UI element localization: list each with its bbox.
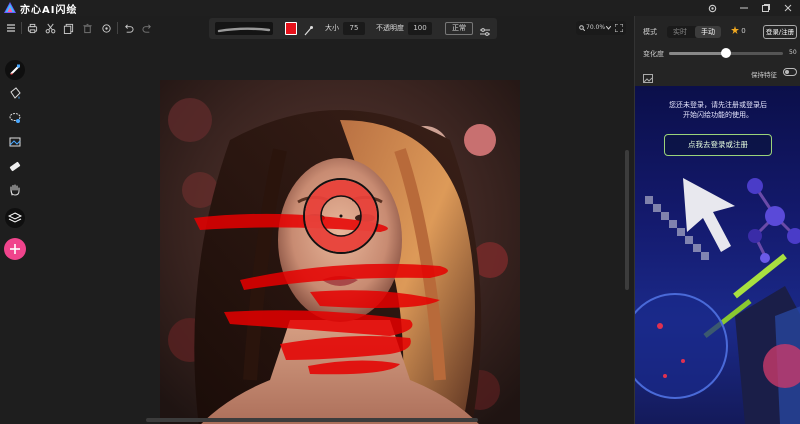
- settings-icon[interactable]: [702, 0, 722, 16]
- lasso-fill-icon[interactable]: [5, 108, 25, 128]
- undo-icon[interactable]: [120, 20, 136, 36]
- toolbar-divider: [21, 22, 22, 34]
- brush-tool-icon[interactable]: [5, 60, 25, 80]
- opacity-input[interactable]: 100: [408, 22, 432, 35]
- mode-option-manual[interactable]: 手动: [695, 26, 721, 38]
- redo-icon[interactable]: [139, 20, 155, 36]
- blend-mode-select[interactable]: 正常: [445, 22, 473, 35]
- login-prompt-text: 您还未登录，请先注册或登录后 开始闪绘功能的使用。: [635, 100, 800, 120]
- brush-size-input[interactable]: 75: [343, 22, 365, 35]
- eraser-icon[interactable]: [5, 156, 25, 176]
- fit-screen-icon[interactable]: [615, 24, 623, 32]
- opacity-label: 不透明度: [376, 24, 404, 32]
- zoom-control[interactable]: 70.0%: [576, 21, 626, 35]
- print-icon[interactable]: [24, 20, 40, 36]
- mode-toggle[interactable]: 实时 手动: [667, 26, 721, 38]
- strength-value: 50: [789, 49, 797, 56]
- refresh-icon[interactable]: [98, 20, 114, 36]
- app-title: 亦心AI闪绘: [20, 5, 78, 16]
- mode-option-realtime[interactable]: 实时: [667, 26, 693, 38]
- login-promo-panel: 您还未登录，请先注册或登录后 开始闪绘功能的使用。 点我去登录或注册: [635, 86, 800, 424]
- delete-icon[interactable]: [79, 20, 95, 36]
- strength-slider-knob[interactable]: [721, 48, 731, 58]
- portrait-artwork: [160, 80, 520, 424]
- login-register-button[interactable]: 登录/注册: [763, 25, 797, 39]
- adjust-sliders-icon[interactable]: [479, 23, 493, 36]
- login-prompt-line1: 您还未登录，请先注册或登录后: [669, 101, 767, 109]
- strength-slider-fill: [669, 52, 725, 55]
- canvas-area[interactable]: [30, 40, 630, 424]
- hand-pan-icon[interactable]: [5, 180, 25, 200]
- reference-image-icon[interactable]: [643, 68, 653, 87]
- zoom-icon: [579, 25, 585, 31]
- cut-icon[interactable]: [42, 20, 58, 36]
- brush-color-swatch[interactable]: [285, 22, 297, 35]
- zoom-value: 70.0%: [586, 24, 606, 31]
- generation-panel: 模式 实时 手动 0 登录/注册 变化度 50 保持特征 您还未登录，请先注册或…: [634, 16, 800, 424]
- brush-size-label: 大小: [325, 24, 339, 32]
- restore-icon[interactable]: [756, 0, 776, 16]
- chevron-down-icon: [606, 26, 611, 30]
- close-icon[interactable]: [778, 0, 798, 16]
- brush-preview[interactable]: [215, 22, 273, 35]
- credit-star-icon: [731, 26, 739, 34]
- vertical-scrollbar[interactable]: [625, 150, 629, 290]
- mode-label: 模式: [643, 28, 657, 36]
- keep-features-toggle[interactable]: [783, 68, 797, 76]
- menu-icon[interactable]: [3, 20, 19, 36]
- eyedropper-icon[interactable]: [303, 22, 315, 36]
- artwork-canvas[interactable]: [160, 80, 520, 424]
- image-select-icon[interactable]: [5, 132, 25, 152]
- keep-features-label: 保持特征: [751, 71, 777, 79]
- credit-count: 0: [741, 27, 746, 35]
- horizontal-scrollbar[interactable]: [146, 418, 478, 422]
- toolbar-divider: [117, 22, 118, 34]
- title-bar: 亦心AI闪绘: [0, 0, 800, 16]
- go-login-button[interactable]: 点我去登录或注册: [664, 134, 772, 156]
- app-logo-icon: [4, 2, 16, 13]
- credits: 0: [731, 26, 746, 35]
- file-toolbar: [0, 18, 160, 38]
- copy-icon[interactable]: [60, 20, 76, 36]
- add-icon[interactable]: [4, 238, 26, 260]
- layers-icon[interactable]: [5, 208, 25, 228]
- login-prompt-line2: 开始闪绘功能的使用。: [683, 111, 753, 119]
- strength-label: 变化度: [643, 50, 664, 58]
- fill-bucket-icon[interactable]: [5, 84, 25, 104]
- minimize-icon[interactable]: [734, 0, 754, 16]
